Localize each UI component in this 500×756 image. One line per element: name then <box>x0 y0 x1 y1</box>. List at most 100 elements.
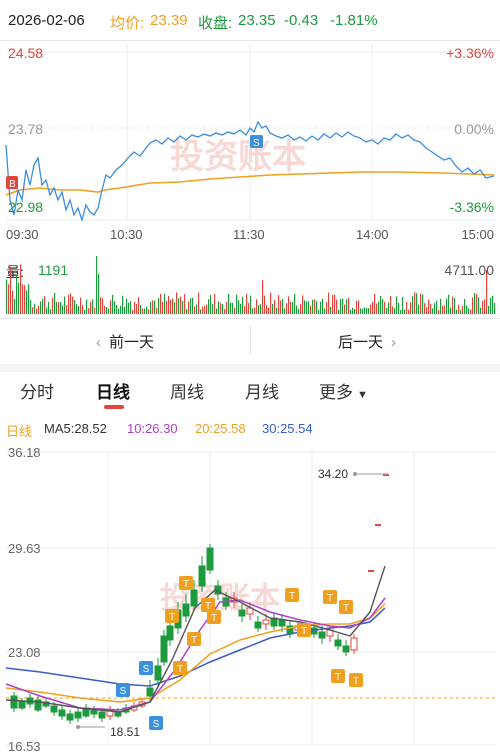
volume-bar <box>434 303 436 314</box>
volume-bar <box>58 302 60 314</box>
volume-bar <box>404 309 406 314</box>
volume-bar <box>282 299 284 314</box>
volume-bar <box>472 297 474 314</box>
volume-bar <box>116 304 118 314</box>
volume-bar <box>20 264 22 314</box>
volume-bar <box>342 298 344 314</box>
volume-bar <box>150 302 152 314</box>
volume-bar <box>200 309 202 314</box>
svg-text:T: T <box>183 579 189 590</box>
volume-bar <box>130 301 132 314</box>
volume-bar <box>248 303 250 314</box>
volume-bar <box>286 303 288 314</box>
volume-bar <box>156 307 158 314</box>
candlestick <box>334 634 342 650</box>
candlestick <box>254 616 262 632</box>
volume-bar <box>208 299 210 314</box>
volume-bar <box>62 305 64 314</box>
volume-bar <box>456 309 458 314</box>
svg-text:S: S <box>120 686 127 697</box>
volume-bar <box>394 308 396 314</box>
trade-marker: T <box>285 588 299 602</box>
svg-text:T: T <box>301 626 307 637</box>
volume-bar <box>410 302 412 314</box>
close-price-value: 23.35 <box>238 12 276 29</box>
volume-bar <box>26 290 28 314</box>
volume-bar <box>412 296 414 314</box>
volume-bar <box>162 301 164 314</box>
volume-bar <box>178 298 180 314</box>
kline-max-marker: 34.20 <box>318 467 348 481</box>
volume-bar <box>240 303 242 314</box>
volume-bar <box>384 301 386 314</box>
tab-intraday[interactable]: 分时 <box>20 378 54 403</box>
trade-marker: T <box>179 576 193 590</box>
volume-bar <box>428 299 430 314</box>
candlestick <box>74 708 82 722</box>
volume-bar <box>476 294 478 314</box>
prev-day-button[interactable]: ‹ 前一天 <box>96 331 154 352</box>
volume-bar <box>46 307 48 314</box>
volume-bar <box>338 309 340 314</box>
kline-chart[interactable]: 投资账本 36.18 29.63 23.08 16.53 34.20 18.51… <box>0 440 500 756</box>
caret-down-icon: ▼ <box>357 389 368 401</box>
volume-bar <box>30 300 32 314</box>
volume-bar <box>454 298 456 314</box>
intraday-watermark: 投资账本 <box>170 138 306 176</box>
volume-bar <box>400 309 402 314</box>
volume-bar <box>430 303 432 314</box>
volume-bar <box>142 308 144 314</box>
tab-monthly[interactable]: 月线 <box>245 378 279 403</box>
svg-text:T: T <box>177 664 183 675</box>
svg-text:T: T <box>353 676 359 687</box>
volume-bar <box>140 305 142 314</box>
volume-bar <box>124 307 126 314</box>
volume-bar <box>440 298 442 314</box>
next-day-button[interactable]: 后一天 › <box>338 331 396 352</box>
volume-bar <box>212 303 214 314</box>
tab-daily[interactable]: 日线 <box>96 378 130 403</box>
candlestick <box>58 706 66 720</box>
volume-bar <box>126 298 128 314</box>
volume-bar <box>260 304 262 314</box>
volume-bar <box>340 298 342 314</box>
volume-bar <box>326 302 328 314</box>
volume-bar <box>64 296 66 314</box>
svg-text:T: T <box>343 603 349 614</box>
tab-weekly[interactable]: 周线 <box>170 378 204 403</box>
volume-bar <box>452 296 454 314</box>
volume-bar <box>114 301 116 314</box>
volume-bar <box>56 302 58 314</box>
volume-bar <box>304 300 306 314</box>
volume-bar <box>102 298 104 314</box>
volume-bar <box>344 304 346 314</box>
volume-bar <box>80 297 82 314</box>
volume-bar <box>280 300 282 314</box>
volume-bar <box>160 293 162 314</box>
volume-bar <box>196 304 198 314</box>
volume-bar <box>8 284 10 314</box>
avg-price-label: 均价: <box>110 15 145 32</box>
volume-bar <box>264 295 266 314</box>
close-price-label: 收盘: <box>198 15 233 32</box>
volume-bar <box>184 294 186 314</box>
candlestick <box>90 706 98 718</box>
time-label-1130: 11:30 <box>233 227 265 242</box>
volume-bar <box>34 303 36 314</box>
candlestick <box>206 544 214 574</box>
svg-text:T: T <box>289 591 295 602</box>
volume-bar <box>176 292 178 314</box>
volume-bar <box>182 300 184 314</box>
volume-bar <box>50 309 52 314</box>
svg-text:T: T <box>211 613 217 624</box>
volume-bar <box>202 306 204 314</box>
volume-bar <box>104 305 106 314</box>
intraday-chart[interactable]: 投资账本 B S 24.58 23.78 22.98 +3.36% 0.00% … <box>0 40 500 245</box>
volume-bar <box>16 275 18 314</box>
volume-bar <box>174 302 176 314</box>
tab-more[interactable]: 更多 ▼ <box>319 378 368 403</box>
volume-bar <box>48 301 50 314</box>
candlestick <box>82 704 90 718</box>
candlestick <box>10 692 18 712</box>
trade-marker: T <box>173 661 187 675</box>
